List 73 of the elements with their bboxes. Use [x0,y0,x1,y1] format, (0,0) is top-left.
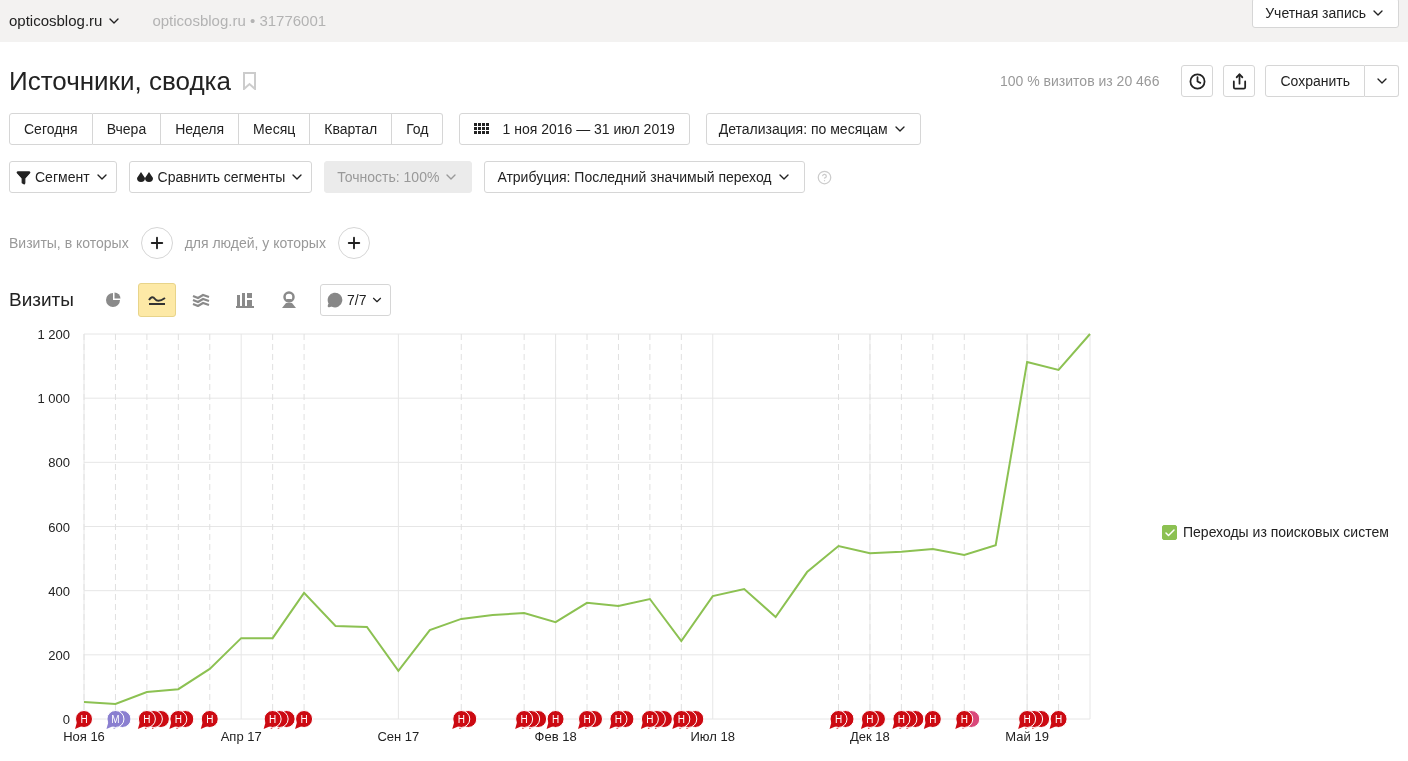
x-axis-label: Апр 17 [220,729,262,744]
account-button[interactable]: Учетная запись [1252,0,1399,28]
filter-dropdown[interactable]: Атрибуция: Последний значимый переход [484,161,805,193]
note-marker[interactable]: М [106,710,125,729]
x-axis-label: Май 19 [1005,729,1049,744]
chart-title: Визиты [9,287,74,312]
line-chart-icon [148,294,166,306]
filter-dropdown[interactable]: Сегмент [9,161,117,193]
note-marker[interactable]: Н [1018,710,1037,729]
note-marker[interactable]: Н [923,710,942,729]
y-axis-label: 400 [48,583,70,599]
note-marker[interactable]: Н [75,710,93,729]
note-marker[interactable]: Н [578,710,596,729]
legend-label: Переходы из поисковых систем [1183,523,1389,542]
x-axis-label: Фев 18 [534,729,577,744]
period-button[interactable]: Вчера [92,113,162,145]
period-button[interactable]: Неделя [161,113,240,145]
chart-type-button[interactable] [138,283,176,317]
note-marker[interactable]: Н [892,710,911,729]
clock-icon [1188,72,1206,90]
visits-share: 100 % визитов из 20 466 [1000,71,1160,91]
period-button[interactable]: Квартал [310,113,393,145]
x-axis-label: Июл 18 [690,729,735,744]
note-marker[interactable]: Н [546,710,565,729]
note-marker[interactable]: Н [609,710,628,729]
note-marker[interactable]: Н [263,710,282,729]
period-button[interactable]: Месяц [239,113,311,145]
note-marker[interactable]: Н [1049,710,1068,729]
y-axis-label: 1 200 [37,327,70,342]
note-marker[interactable]: Н [137,710,156,729]
stacked-area-icon [192,293,210,307]
legend-checkbox[interactable] [1162,525,1177,540]
note-marker[interactable]: Н [829,710,848,729]
date-range-button[interactable]: 1 ноя 2016 — 31 июл 2019 [459,113,690,145]
drops-icon [135,170,154,184]
y-axis-label: 1 000 [37,391,70,407]
share-icon [1230,72,1248,90]
comment-icon [327,292,343,308]
note-marker[interactable]: Н [860,710,879,729]
period-button[interactable]: Год [392,113,444,145]
condition-label: для людей, у которых [184,233,326,253]
detail-dropdown[interactable]: Детализация: по месяцам [705,113,921,145]
note-marker[interactable]: Н [672,710,691,729]
bar-chart-icon [236,292,254,308]
y-axis-label: 200 [48,647,70,663]
note-marker[interactable]: Н [200,710,219,729]
check-icon [1163,526,1176,539]
page-title: Источники, сводка [9,64,231,98]
calendar-icon [474,123,491,135]
pie-chart-icon [105,292,121,308]
x-axis-label: Дек 18 [850,729,890,744]
save-button[interactable]: Сохранить [1265,65,1365,97]
y-axis-label: 600 [48,519,70,535]
x-axis-label: Ноя 16 [63,729,105,744]
site-selector[interactable]: opticosblog.ru [9,9,123,33]
y-axis-label: 800 [48,455,70,471]
period-button[interactable]: Сегодня [9,113,93,145]
y-axis-label: 0 [62,712,70,727]
history-button[interactable] [1181,65,1214,97]
x-axis-label: Сен 17 [377,729,420,744]
filter-dropdown[interactable]: Сравнить сегменты [128,161,313,193]
note-marker[interactable]: Н [452,710,471,729]
notes-dropdown[interactable]: 7/7 [320,284,392,316]
note-marker[interactable]: Н [955,710,974,729]
condition-label: Визиты, в которых [9,233,129,253]
note-marker[interactable]: Н [515,710,534,729]
save-menu-button[interactable] [1365,65,1399,97]
note-marker[interactable]: Н [640,710,659,729]
filter-icon [16,169,31,185]
counter-label: opticosblog.ru • 31776001 [152,10,327,31]
note-marker[interactable]: Н [295,710,314,729]
note-marker[interactable]: Н [169,710,188,729]
export-button[interactable] [1223,65,1256,97]
